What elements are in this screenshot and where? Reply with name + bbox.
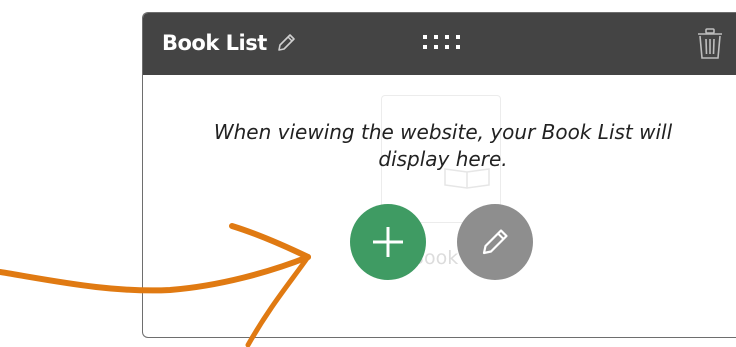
edit-book-list-button[interactable] — [457, 204, 533, 280]
hand-drawn-arrow — [0, 223, 311, 347]
placeholder-message: When viewing the website, your Book List… — [213, 120, 673, 171]
plus-icon — [373, 227, 403, 257]
pencil-icon — [482, 229, 508, 255]
pencil-icon[interactable] — [275, 32, 297, 54]
trash-icon[interactable] — [695, 27, 725, 61]
widget-header: Book List — [143, 13, 736, 75]
drag-handle-icon[interactable] — [421, 33, 467, 53]
widget-title: Book List — [162, 31, 267, 55]
add-book-button[interactable] — [350, 204, 426, 280]
